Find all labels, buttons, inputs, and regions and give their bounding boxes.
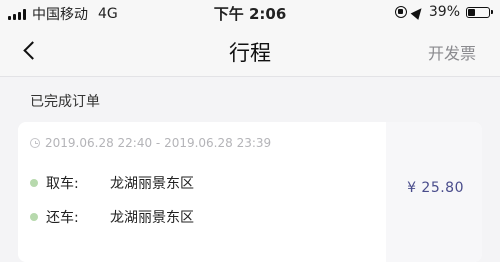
pickup-label: 取车: xyxy=(46,176,79,192)
return-dot-icon xyxy=(30,213,38,221)
battery-level xyxy=(468,8,475,16)
pickup-row: 取车: 龙湖丽景东区 xyxy=(30,173,194,193)
clock-icon xyxy=(30,138,40,148)
nav-bar: 行程 开发票 xyxy=(0,26,500,77)
return-location: 龙湖丽景东区 xyxy=(110,210,194,226)
return-label: 还车: xyxy=(46,210,79,226)
invoice-button[interactable]: 开发票 xyxy=(428,40,476,64)
time-row: 2019.06.28 22:40 - 2019.06.28 23:39 xyxy=(30,136,271,150)
battery-percent: 39% xyxy=(428,4,460,20)
rotation-lock-icon xyxy=(394,6,407,18)
order-details: 2019.06.28 22:40 - 2019.06.28 23:39 取车: … xyxy=(18,122,386,262)
order-card[interactable]: 2019.06.28 22:40 - 2019.06.28 23:39 取车: … xyxy=(18,122,482,262)
order-price: ¥ 25.80 xyxy=(407,180,464,196)
order-time-range: 2019.06.28 22:40 - 2019.06.28 23:39 xyxy=(45,136,272,150)
price-area: ¥ 25.80 xyxy=(386,122,482,262)
status-bar: 中国移动 4G 下午 2:06 39% xyxy=(0,0,500,26)
return-row: 还车: 龙湖丽景东区 xyxy=(30,207,194,227)
battery-icon xyxy=(466,6,493,18)
status-right: 39% xyxy=(394,4,493,20)
page-title: 行程 xyxy=(229,41,271,65)
pickup-location: 龙湖丽景东区 xyxy=(110,176,194,192)
location-arrow-icon xyxy=(410,4,426,20)
section-title: 已完成订单 xyxy=(30,94,100,110)
pickup-dot-icon xyxy=(30,179,38,187)
